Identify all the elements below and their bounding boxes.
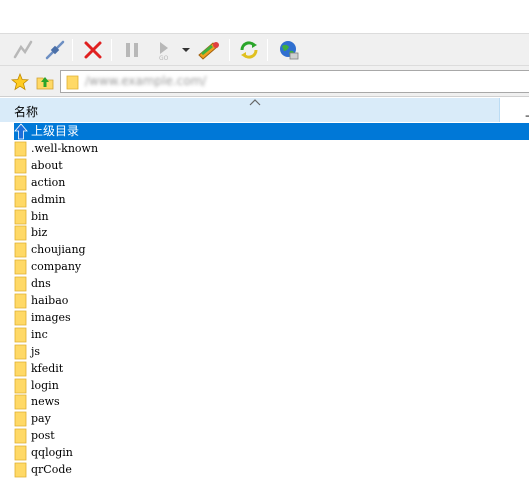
list-item-label: dns (31, 277, 51, 291)
sort-ascending-icon (249, 99, 261, 106)
transfer-icon[interactable] (196, 37, 222, 63)
globe-icon[interactable] (275, 37, 301, 63)
list-item-label: images (31, 310, 71, 324)
list-item-label: login (31, 378, 59, 392)
list-item-label: haibao (31, 294, 69, 307)
list-item[interactable]: dns (14, 275, 529, 292)
title-area (0, 0, 529, 33)
list-item[interactable]: news (14, 393, 529, 410)
folder-icon (14, 158, 27, 174)
up-folder-icon[interactable] (35, 72, 55, 92)
folder-icon (14, 259, 27, 275)
list-item-label: pay (31, 412, 51, 426)
refresh-icon[interactable] (236, 37, 262, 63)
folder-icon (14, 327, 27, 343)
folder-icon (14, 361, 27, 376)
disconnect-icon[interactable] (42, 37, 68, 63)
folder-icon (14, 225, 27, 241)
list-item-label: bin (31, 209, 49, 223)
list-item-label: qrCode (31, 463, 72, 476)
stop-icon[interactable] (80, 37, 106, 63)
list-item[interactable]: haibao (14, 292, 529, 309)
folder-icon (14, 378, 27, 393)
folder-icon (14, 310, 27, 326)
path-value: /www.example.com/ (85, 74, 207, 88)
play-icon[interactable]: GO (151, 37, 177, 63)
list-item[interactable]: biz (14, 224, 529, 241)
folder-icon (14, 276, 27, 292)
list-item[interactable]: qqlogin (14, 444, 529, 461)
list-item-label: company (31, 260, 82, 274)
folder-icon (14, 293, 27, 309)
address-bar: /www.example.com/ (0, 66, 529, 97)
folder-icon (14, 242, 27, 258)
favorites-star-icon[interactable] (10, 72, 30, 92)
path-input[interactable]: /www.example.com/ (60, 70, 529, 93)
list-item[interactable]: pay (14, 410, 529, 427)
toolbar: GO (0, 33, 529, 66)
folder-icon (14, 175, 27, 191)
list-item[interactable]: choujiang (14, 241, 529, 258)
list-item[interactable]: bin (14, 208, 529, 225)
list-item-label: qqlogin (31, 446, 73, 460)
list-item-label: 上级目录 (31, 124, 80, 138)
list-item-label: js (31, 344, 41, 358)
folder-icon (14, 141, 27, 157)
list-item-label: about (31, 158, 63, 172)
list-item[interactable]: post (14, 427, 529, 444)
file-list: 上级目录 .well-known about action admin bin biz ch… (0, 123, 529, 488)
folder-icon (14, 209, 27, 224)
list-item[interactable]: images (14, 309, 529, 326)
folder-icon (14, 445, 27, 461)
column-next-label[interactable]: 上 (525, 103, 529, 120)
list-item[interactable]: login (14, 377, 529, 394)
list-item-label: .well-known (31, 141, 99, 155)
parent-directory-icon (14, 123, 28, 140)
list-item[interactable]: .well-known (14, 140, 529, 157)
column-header: 名称 上 (0, 98, 529, 122)
list-item-label: admin (31, 192, 66, 206)
list-item[interactable]: js (14, 343, 529, 360)
connect-icon[interactable] (10, 37, 36, 63)
list-item-label: biz (31, 226, 48, 240)
folder-icon (14, 394, 27, 410)
svg-text:GO: GO (159, 55, 169, 61)
list-item-parent[interactable]: 上级目录 (14, 123, 529, 140)
list-item-label: post (31, 429, 55, 443)
list-item-label: news (31, 395, 60, 409)
folder-icon (14, 192, 27, 207)
list-item-label: kfedit (31, 361, 64, 375)
list-item[interactable]: qrCode (14, 461, 529, 478)
list-item-label: action (31, 175, 66, 189)
column-name-label: 名称 (14, 105, 39, 119)
list-item[interactable]: about (14, 157, 529, 174)
list-item[interactable]: kfedit (14, 360, 529, 377)
play-dropdown-icon[interactable] (181, 37, 191, 63)
list-item[interactable]: admin (14, 191, 529, 208)
list-item[interactable]: action (14, 174, 529, 191)
list-item-label: inc (31, 327, 48, 341)
folder-icon (14, 462, 27, 478)
list-item[interactable]: company (14, 258, 529, 275)
pause-icon[interactable] (119, 37, 145, 63)
list-item-label: choujiang (31, 243, 86, 257)
folder-icon (14, 428, 27, 444)
list-item[interactable]: inc (14, 326, 529, 343)
column-name-header[interactable]: 名称 (0, 98, 500, 122)
folder-icon (14, 344, 27, 360)
folder-icon (14, 411, 27, 427)
